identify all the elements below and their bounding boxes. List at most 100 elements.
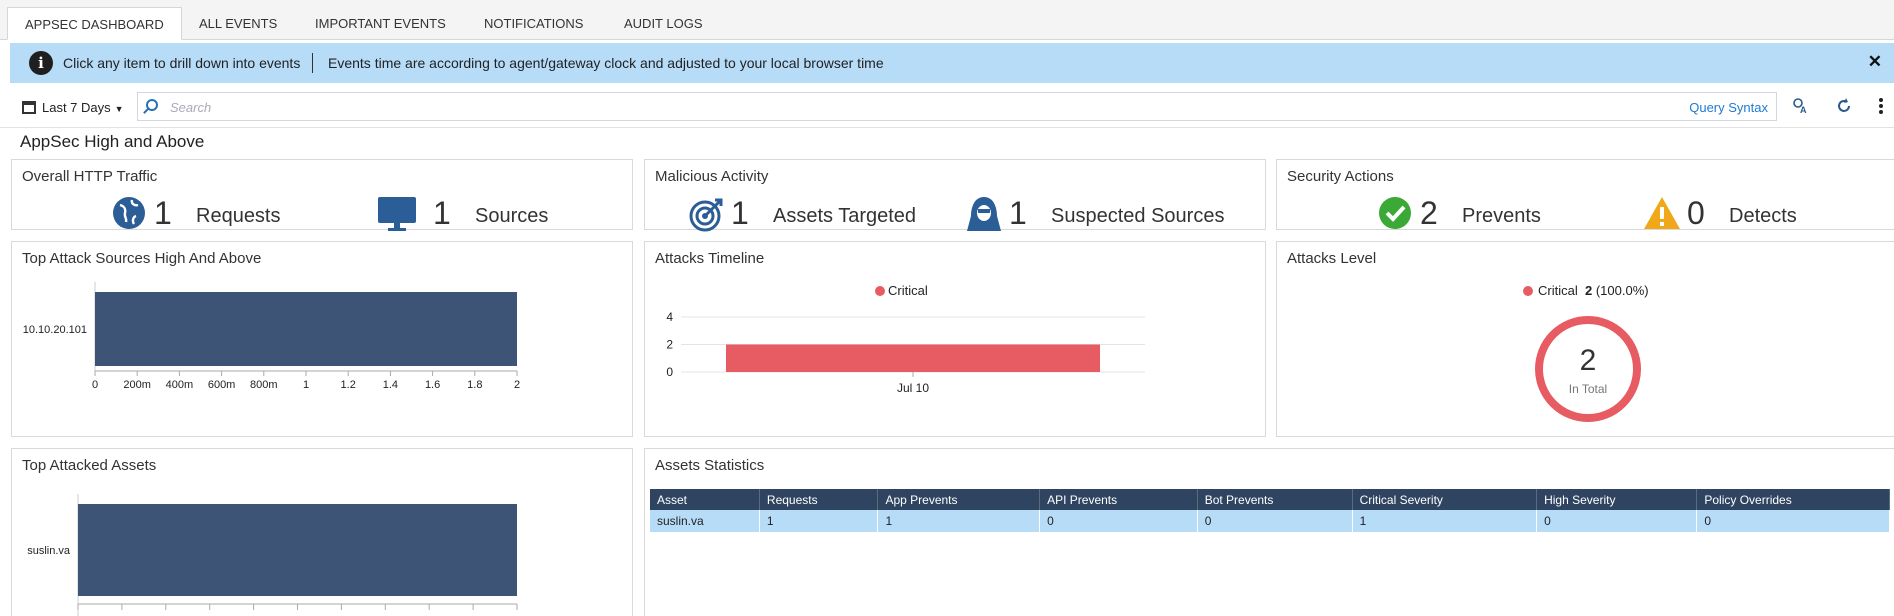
table-cell: 1 [759,510,879,532]
tab-important-events[interactable]: Important Events [298,7,463,40]
x-tick-label: 1.8 [467,379,482,391]
x-tick-label: 0 [92,379,98,391]
prevents-label: Prevents [1462,205,1541,227]
panel-title: Malicious Activity [655,168,769,185]
banner-time-text: Events time are according to agent/gatew… [328,55,884,71]
y-tick-label: 2 [666,338,673,352]
info-banner: i Click any item to drill down into even… [10,43,1894,83]
toolbar: Last 7 Days▼ Query Syntax A [0,88,1894,128]
bar[interactable] [726,344,1100,373]
table-header-row: Asset Requests App Prevents API Prevents Bot… [650,489,1890,510]
panel-title: Overall HTTP Traffic [22,168,158,185]
top-attack-sources-chart: 10.10.20.101 0 200m 400m 600m 800m 1 1.2 1.4 1.6 1… [23,282,520,391]
more-options-icon[interactable] [1878,97,1884,120]
query-syntax-link[interactable]: Query Syntax [1689,100,1768,115]
info-icon: i [29,51,53,75]
attacks-timeline-chart: Critical 0 2 4 Jul 10 [666,283,1145,395]
x-tick-label: 200m [123,379,151,391]
table-cell: 0 [1039,510,1198,532]
sources-value: 1 [433,195,451,231]
x-tick-label: 400m [166,379,194,391]
tab-audit-logs[interactable]: Audit Logs [607,7,720,40]
banner-drilldown-text: Click any item to drill down into events [63,55,301,71]
search-box: Query Syntax [137,92,1777,121]
donut-total-label: In Total [1569,382,1607,396]
panel-title: Assets Statistics [655,457,765,474]
svg-text:A: A [1800,105,1807,115]
top-attacked-assets-chart: suslin.va [27,494,518,616]
x-tick-label: 1.2 [341,379,356,391]
translate-icon[interactable]: A [1792,97,1810,120]
suspected-sources-label: Suspected Sources [1051,205,1225,227]
top-attacked-assets-panel: Top Attacked Assets suslin.va [11,448,633,616]
category-label: suslin.va [27,545,71,557]
malicious-activity-panel[interactable]: Malicious Activity 1 Assets Targeted 1 S… [644,159,1266,232]
column-header[interactable]: Asset [650,489,760,510]
hooded-hacker-icon [967,197,1001,231]
category-label: 10.10.20.101 [23,324,87,336]
column-header[interactable]: High Severity [1536,489,1698,510]
x-tick-label: 1.4 [383,379,398,391]
y-tick-label: 4 [666,310,673,324]
overall-http-traffic-panel[interactable]: Overall HTTP Traffic 1 Requests 1 Source… [11,159,633,231]
table-cell: suslin.va [650,510,760,532]
detects-label: Detects [1729,205,1797,227]
target-icon [689,198,723,232]
warning-icon [1644,197,1680,229]
tab-all-events[interactable]: All Events [182,7,294,40]
tab-notifications[interactable]: Notifications [467,7,600,40]
attacks-timeline-panel: Attacks Timeline Critical 0 2 4 Jul 10 [644,241,1266,437]
section-title: AppSec High and Above [20,132,205,151]
x-tick-label: 600m [208,379,236,391]
bar[interactable] [78,504,517,596]
critical-legend-dot[interactable] [875,286,885,296]
legend-label[interactable]: Critical [888,283,928,298]
tab-appsec-dashboard[interactable]: AppSec Dashboard [7,7,182,40]
x-tick-label: 2 [514,379,520,391]
sources-label: Sources [475,205,549,227]
column-header[interactable]: Bot Prevents [1197,489,1353,510]
table-cell: 1 [877,510,1041,532]
date-range-label: Last 7 Days [42,100,111,115]
globe-icon [113,197,145,229]
table-row[interactable]: suslin.va 1 1 0 0 1 0 0 [650,510,1890,532]
refresh-icon[interactable] [1835,97,1853,120]
assets-targeted-label: Assets Targeted [773,205,917,227]
top-attack-sources-panel: Top Attack Sources High And Above 10.10.… [11,241,633,437]
requests-label: Requests [196,205,281,227]
appsec-dashboard: AppSec Dashboard All Events Important Ev… [0,0,1894,616]
date-range-selector[interactable]: Last 7 Days ▼ [22,98,124,118]
table-cell: 0 [1536,510,1698,532]
column-header[interactable]: App Prevents [877,489,1041,510]
security-actions-panel[interactable]: Security Actions 2 Prevents 0 Detects [1276,159,1894,230]
x-tick-label: Jul 10 [897,381,929,395]
y-tick-label: 0 [666,365,673,379]
x-tick-label: 1 [303,379,309,391]
table-cell: 0 [1696,510,1890,532]
column-header[interactable]: API Prevents [1039,489,1198,510]
x-tick-label: 800m [250,379,278,391]
assets-statistics-panel: Assets Statistics Asset Requests App Preve… [644,448,1894,616]
check-circle-icon [1379,197,1411,229]
calendar-icon [22,101,36,114]
donut-total: 2 [1580,344,1597,377]
suspected-sources-value: 1 [1009,195,1027,231]
caret-down-icon: ▼ [114,104,124,114]
table-cell: 1 [1352,510,1538,532]
search-icon [146,99,158,111]
close-icon[interactable]: ✕ [1868,52,1882,72]
prevents-value: 2 [1420,195,1438,231]
attacks-level-donut[interactable]: 2 In Total [1277,242,1894,436]
attacks-level-panel: Attacks Level Critical 2 (100.0%) 2 In To… [1276,241,1894,437]
bar[interactable] [95,292,517,366]
detects-value: 0 [1687,195,1705,231]
column-header[interactable]: Requests [759,489,879,510]
banner-divider [312,53,313,73]
requests-value: 1 [154,195,172,231]
search-input[interactable] [170,97,1470,117]
panel-title: Security Actions [1287,168,1394,185]
x-tick-label: 1.6 [425,379,440,391]
assets-statistics-table: Asset Requests App Prevents API Prevents Bot… [650,489,1890,532]
column-header[interactable]: Critical Severity [1352,489,1538,510]
column-header[interactable]: Policy Overrides [1696,489,1890,510]
